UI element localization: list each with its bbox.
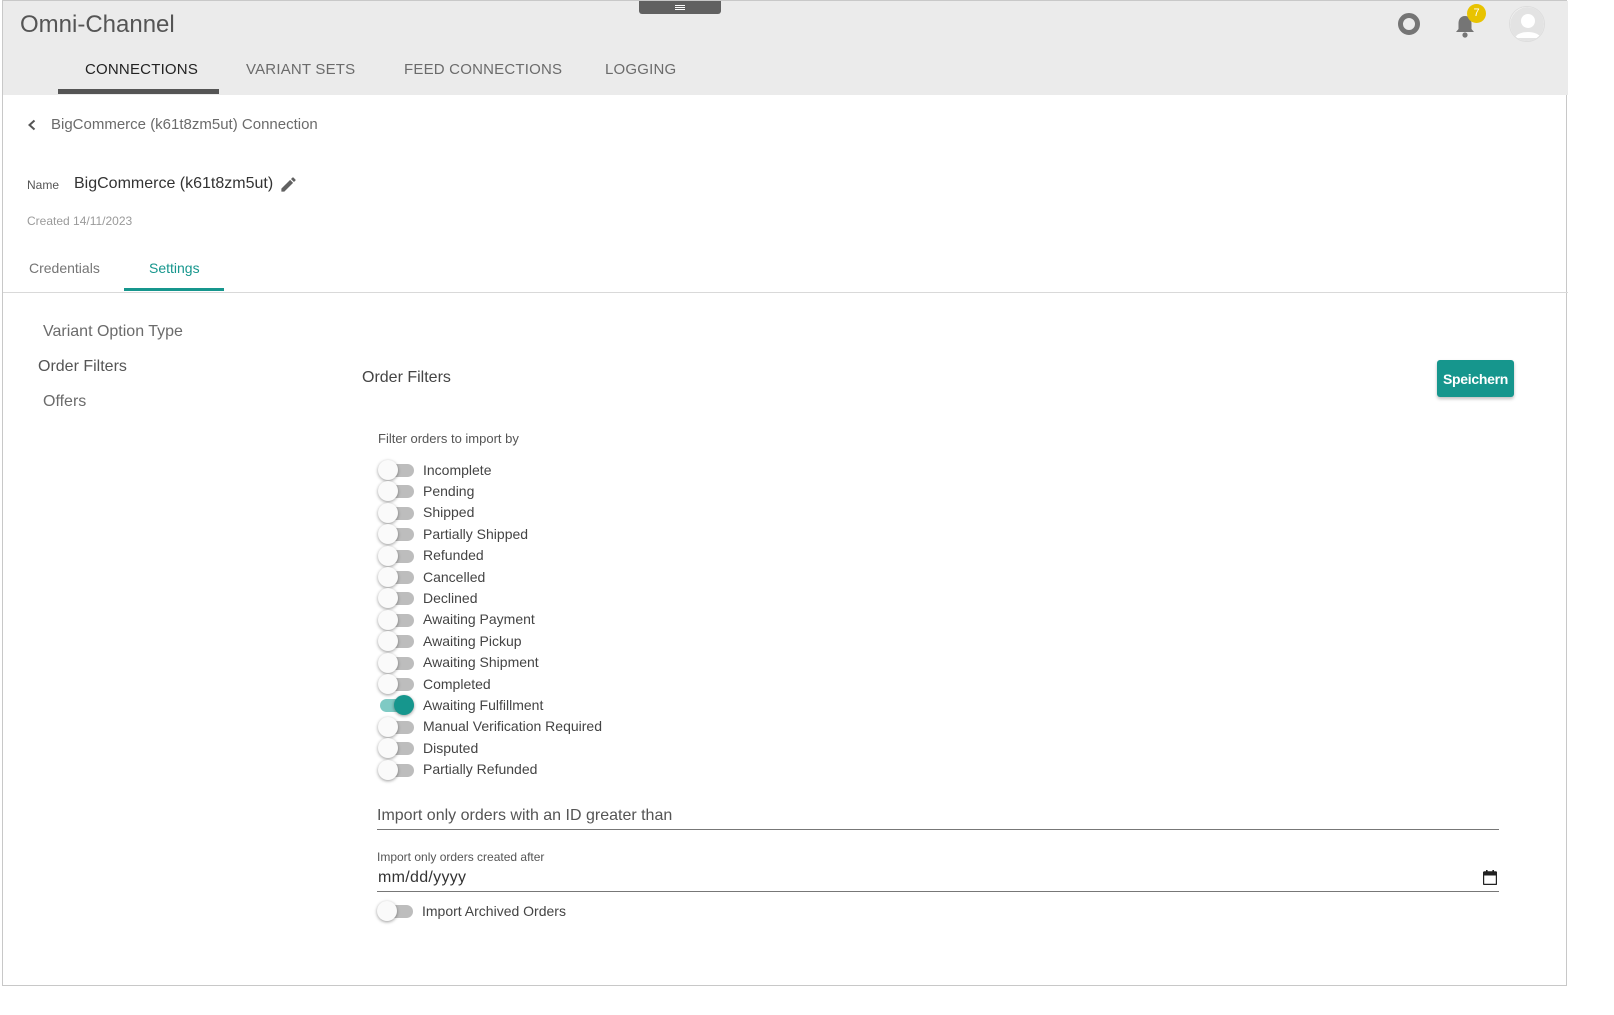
chevron-left-icon[interactable] [25,118,39,132]
toggle-label: Refunded [423,547,484,564]
settings-tab-indicator [124,288,224,291]
date-caption: Import only orders created after [377,850,545,864]
section-title: Order Filters [362,369,451,386]
toggle-label: Completed [423,675,491,692]
date-field-underline [377,891,1499,892]
avatar-icon [1510,7,1544,41]
side-nav-variant-option-type[interactable]: Variant Option Type [43,323,183,341]
toggle-switch[interactable] [378,694,414,716]
toggle-switch[interactable] [378,545,414,566]
side-nav-offers[interactable]: Offers [43,393,86,411]
toggle-label: Cancelled [423,568,486,585]
app-frame: Omni-Channel 7 CONNECTIONS VARIANT SETS … [2,0,1568,986]
status-toggle-shipped[interactable]: Shipped [378,502,474,523]
calendar-icon[interactable] [1483,870,1497,885]
tab-settings[interactable]: Settings [149,260,200,276]
order-id-field[interactable]: Import only orders with an ID greater th… [377,807,672,825]
toggle-label: Awaiting Shipment [423,654,539,671]
status-toggle-awaiting-pickup[interactable]: Awaiting Pickup [378,630,522,652]
toggle-switch[interactable] [378,630,414,652]
toggle-label: Declined [423,589,478,606]
toggle-label: Awaiting Fulfillment [423,696,544,713]
tab-divider [3,292,1568,293]
created-after-date-input[interactable]: mm/dd/yyyy [378,869,466,887]
status-toggle-pending[interactable]: Pending [378,480,475,502]
status-toggle-refunded[interactable]: Refunded [378,545,484,566]
tab-feed-connections[interactable]: FEED CONNECTIONS [404,61,562,78]
archived-orders-toggle[interactable]: Import Archived Orders [377,900,566,921]
filter-caption: Filter orders to import by [378,431,519,446]
app-title: Omni-Channel [20,11,175,38]
status-toggle-partially-refunded[interactable]: Partially Refunded [378,759,537,780]
toggle-label: Awaiting Pickup [423,632,522,649]
toggle-label: Partially Shipped [423,525,529,542]
status-toggle-partially-shipped[interactable]: Partially Shipped [378,523,529,545]
toggle-label: Pending [423,482,475,499]
toggle-label: Partially Refunded [423,761,538,778]
toggle-switch[interactable] [378,587,414,609]
order-id-field-underline [377,829,1499,830]
name-label: Name [27,178,60,192]
created-date: Created 14/11/2023 [27,214,133,228]
status-toggle-manual-verification-required[interactable]: Manual Verification Required [378,716,602,737]
side-nav-order-filters[interactable]: Order Filters [38,358,127,376]
toggle-switch[interactable] [378,459,414,480]
tab-credentials[interactable]: Credentials [29,260,100,276]
status-toggle-disputed[interactable]: Disputed [378,737,479,759]
status-toggle-declined[interactable]: Declined [378,587,478,609]
toggle-switch[interactable] [378,716,414,737]
save-button[interactable]: Speichern [1437,360,1514,397]
top-bar: Omni-Channel 7 CONNECTIONS VARIANT SETS … [3,1,1568,95]
help-icon[interactable] [1398,13,1420,35]
tab-variant-sets[interactable]: VARIANT SETS [246,61,355,78]
breadcrumb: BigCommerce (k61t8zm5ut) Connection [25,116,318,133]
status-toggle-cancelled[interactable]: Cancelled [378,566,485,587]
toggle-switch[interactable] [378,502,414,523]
toggle-switch[interactable] [378,480,414,502]
archived-switch[interactable] [377,900,413,921]
status-toggle-completed[interactable]: Completed [378,673,491,694]
toggle-switch[interactable] [378,523,414,545]
menu-icon[interactable] [639,1,721,14]
tab-logging[interactable]: LOGGING [605,61,676,78]
toggle-label: Awaiting Payment [423,611,535,628]
notification-badge: 7 [1467,4,1486,23]
toggle-label: Manual Verification Required [423,718,602,735]
connection-name: BigCommerce (k61t8zm5ut) [74,175,274,192]
toggle-switch[interactable] [378,759,414,780]
status-toggle-awaiting-shipment[interactable]: Awaiting Shipment [378,652,539,673]
tab-connections[interactable]: CONNECTIONS [85,61,198,78]
toggle-switch[interactable] [378,566,414,587]
status-toggle-awaiting-fulfillment[interactable]: Awaiting Fulfillment [378,694,544,716]
toggle-switch[interactable] [378,609,414,630]
toggle-label: Disputed [423,739,479,756]
toggle-switch[interactable] [378,673,414,694]
avatar[interactable] [1509,6,1545,42]
pencil-icon[interactable] [279,175,298,194]
toggle-switch[interactable] [378,737,414,759]
toggle-switch[interactable] [378,652,414,673]
status-toggle-incomplete[interactable]: Incomplete [378,459,491,480]
status-toggle-awaiting-payment[interactable]: Awaiting Payment [378,609,535,630]
breadcrumb-title: BigCommerce (k61t8zm5ut) Connection [51,116,318,133]
toggle-label: Incomplete [423,461,492,478]
active-tab-indicator [58,89,219,94]
toggle-label: Shipped [423,504,475,521]
archived-label: Import Archived Orders [422,902,566,919]
